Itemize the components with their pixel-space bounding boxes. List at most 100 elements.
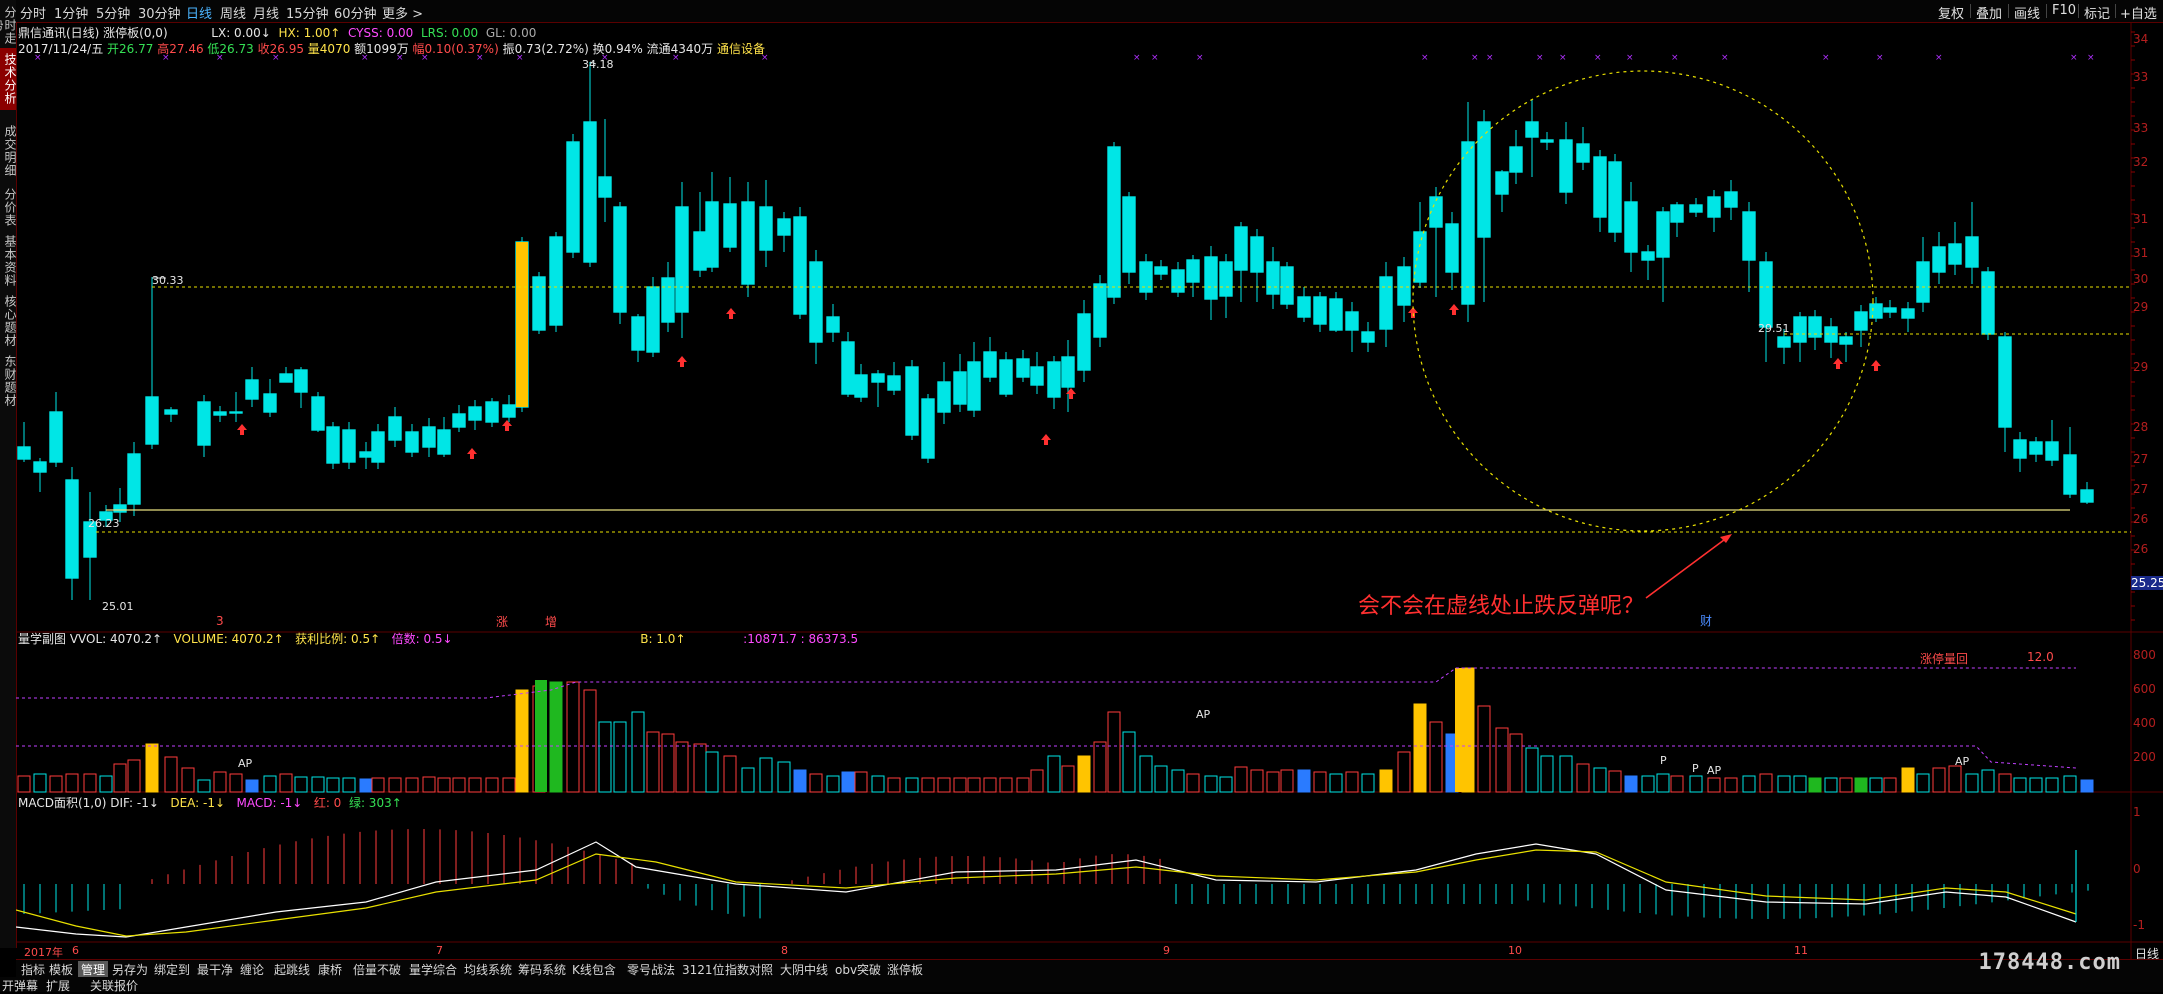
mark-button[interactable]: 标记	[2084, 3, 2110, 22]
tab-bind-to[interactable]: 绑定到	[151, 961, 193, 978]
candle-body	[1641, 251, 1655, 261]
candle-body	[1030, 366, 1044, 386]
volume-bar	[1883, 777, 1897, 793]
volume-bar	[1559, 755, 1573, 793]
tab-15min[interactable]: 15分钟	[286, 3, 329, 22]
candle-body	[294, 369, 308, 393]
tab-save-as[interactable]: 另存为	[109, 961, 151, 978]
sidebar-item-timeshare[interactable]: 分时走势	[0, 2, 17, 48]
tab-indicator[interactable]: 指标	[18, 961, 48, 978]
candle-body	[422, 426, 436, 448]
restore-rights-button[interactable]: 复权	[1938, 3, 1964, 22]
tab-kline-include[interactable]: K线包含	[569, 961, 619, 978]
candle-body	[502, 404, 516, 418]
tab-1min[interactable]: 1分钟	[54, 3, 88, 22]
candle-body	[1608, 161, 1622, 233]
tab-timeshare[interactable]: 分时	[20, 3, 46, 22]
status-bar: 开弹幕 扩展 关联报价	[0, 977, 2163, 994]
tab-chan[interactable]: 缠论	[237, 961, 267, 978]
candle-body	[1477, 121, 1491, 238]
volume-bar	[145, 743, 159, 793]
add-watchlist-button[interactable]: +自选	[2120, 3, 2157, 22]
x-marker: ×	[1196, 53, 1204, 63]
draw-line-button[interactable]: 画线	[2014, 3, 2040, 22]
volume-bar	[1998, 773, 2012, 793]
volume-bar	[1948, 765, 1962, 793]
tab-ma-system[interactable]: 均线系统	[461, 961, 515, 978]
overlay-button[interactable]: 叠加	[1976, 3, 2002, 22]
p-tag: P	[1692, 762, 1699, 775]
sidebar-item-basic-info[interactable]: 基本资料	[0, 234, 17, 288]
candle-body	[1280, 266, 1294, 305]
volume-bar	[1030, 769, 1044, 793]
tab-obv-break[interactable]: obv突破	[832, 961, 884, 978]
f10-button[interactable]: F10	[2052, 3, 2076, 18]
sidebar-item-trades[interactable]: 成交明细	[0, 124, 17, 178]
tab-5min[interactable]: 5分钟	[96, 3, 130, 22]
x-marker: ×	[672, 53, 680, 63]
candle-body	[145, 396, 159, 445]
tab-limit-up[interactable]: 涨停板	[884, 961, 926, 978]
sidebar-item-price-table[interactable]: 分价表	[0, 184, 17, 230]
sidebar-item-core-theme[interactable]: 核心题材	[0, 294, 17, 348]
tab-big-yin[interactable]: 大阴中线	[777, 961, 831, 978]
tab-chip-system[interactable]: 筹码系统	[515, 961, 569, 978]
candle-body	[549, 236, 563, 326]
x-marker: ×	[516, 53, 524, 63]
volume-bar	[1777, 775, 1791, 793]
candle-body	[164, 409, 178, 415]
volume-bar	[1593, 767, 1607, 793]
volume-bar	[468, 777, 482, 793]
volume-bar	[1429, 721, 1443, 793]
tab-volume-combo[interactable]: 量学综合	[406, 961, 460, 978]
volume-bar	[705, 751, 719, 793]
volume-bar	[1171, 769, 1185, 793]
candle-body	[1154, 266, 1168, 275]
tab-zero-method[interactable]: 零号战法	[624, 961, 678, 978]
related-quote-button[interactable]: 关联报价	[90, 977, 138, 994]
volume-bar	[359, 778, 373, 793]
candle-body	[65, 479, 79, 579]
volume-bar	[1379, 769, 1393, 793]
candle-body	[1624, 201, 1638, 253]
tab-30min[interactable]: 30分钟	[138, 3, 181, 22]
ap-tag: AP	[1707, 764, 1722, 777]
candle-body	[1869, 303, 1883, 319]
tab-manage[interactable]: 管理	[78, 961, 109, 978]
tab-kangqiao[interactable]: 康桥	[315, 961, 345, 978]
tab-takeoff-line[interactable]: 起跳线	[271, 961, 313, 978]
dif-line	[16, 841, 2077, 938]
tab-60min[interactable]: 60分钟	[334, 3, 377, 22]
candle-body	[871, 373, 885, 383]
volume-bar	[793, 769, 807, 793]
candle-body	[1509, 146, 1523, 173]
candle-body	[1107, 146, 1121, 298]
tab-double-volume[interactable]: 倍量不破	[350, 961, 404, 978]
danmaku-button[interactable]: 开弹幕	[2, 977, 38, 994]
tab-daily[interactable]: 日线	[186, 3, 212, 22]
candle-body	[1948, 243, 1962, 265]
buy-arrow-icon	[502, 420, 512, 431]
sidebar-item-technical[interactable]: 技术分析	[0, 48, 17, 110]
tab-cleanest[interactable]: 最干净	[194, 961, 236, 978]
tab-index-compare[interactable]: 指数对照	[722, 961, 776, 978]
tab-monthly[interactable]: 月线	[253, 3, 279, 22]
candle-body	[1204, 256, 1218, 300]
tab-template[interactable]: 模板	[46, 961, 76, 978]
date-year: 2017年	[24, 946, 63, 959]
sidebar-item-east-theme[interactable]: 东财题材	[0, 354, 17, 408]
separator	[2046, 4, 2047, 18]
axis-label: 32	[2133, 155, 2149, 169]
stock-chart[interactable]: × × × × × × × × × × × × × × × × × × × × × × × × × × × × ×	[16, 22, 2163, 959]
extend-button[interactable]: 扩展	[46, 977, 70, 994]
x-marker: ×	[1594, 53, 1602, 63]
volume-bar	[759, 757, 773, 793]
volume-bar	[1576, 763, 1590, 793]
candle-body	[1670, 204, 1684, 223]
tab-more[interactable]: 更多 >	[382, 3, 423, 22]
volume-bar	[1186, 773, 1200, 793]
candle-body	[1724, 191, 1738, 208]
tab-3121[interactable]: 3121位	[679, 961, 728, 978]
green-value: 绿: 303↑	[348, 796, 402, 810]
tab-weekly[interactable]: 周线	[220, 3, 246, 22]
